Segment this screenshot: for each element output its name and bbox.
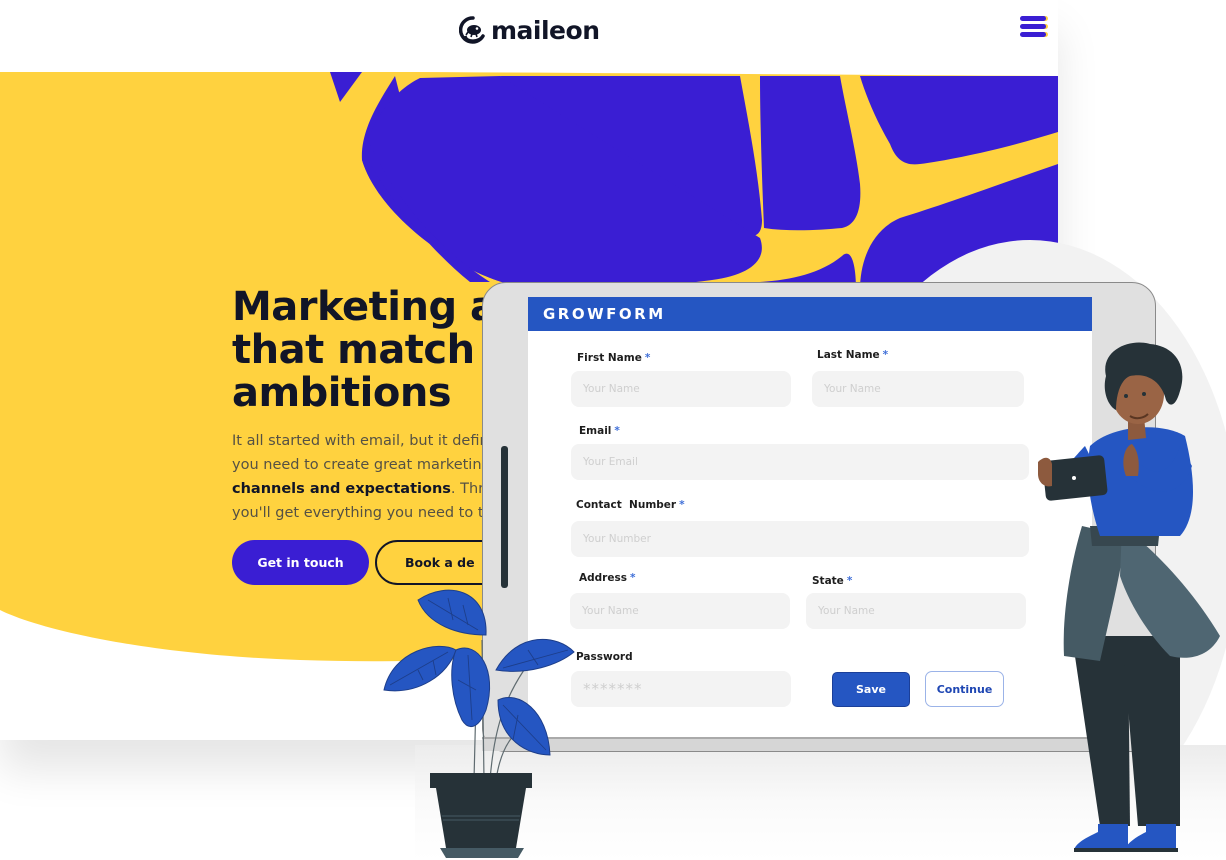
logo-wordmark: maileon — [491, 15, 600, 45]
menu-bar — [1020, 24, 1046, 29]
address-label: Address * — [579, 572, 635, 584]
hamburger-menu-icon[interactable] — [1020, 16, 1046, 40]
plant-pot-rim — [430, 773, 532, 788]
state-input[interactable]: Your Name — [806, 593, 1026, 629]
required-marker: * — [679, 499, 685, 511]
plant-leaf — [383, 645, 457, 692]
menu-bar — [1020, 16, 1046, 21]
label-text: Contact Number — [576, 499, 677, 511]
required-marker: * — [629, 572, 636, 584]
person-illustration — [1038, 342, 1220, 852]
state-label: State * — [812, 575, 852, 587]
plant-pot-saucer — [440, 848, 524, 858]
email-input[interactable]: Your Email — [571, 444, 1029, 480]
lead-line-1: It all started with email, but it defini… — [232, 433, 499, 449]
tablet-side-button — [501, 446, 508, 588]
person-shoe-left — [1074, 824, 1128, 850]
required-marker: * — [644, 352, 651, 364]
hero-headline: Marketing a that match ambitions — [232, 284, 497, 416]
growform-screen: GROWFORM First Name * Your Name Last Name… — [528, 297, 1092, 737]
required-marker: * — [846, 575, 853, 587]
email-label: Email * — [579, 425, 620, 437]
form-title: GROWFORM — [543, 305, 666, 323]
plant-illustration — [383, 589, 575, 858]
person-left-leg — [1072, 636, 1130, 826]
required-marker: * — [882, 349, 889, 361]
first-name-input[interactable]: Your Name — [571, 371, 791, 407]
address-input[interactable]: Your Name — [570, 593, 790, 629]
get-in-touch-button[interactable]: Get in touch — [232, 540, 369, 585]
continue-button[interactable]: Continue — [925, 671, 1004, 707]
contact-number-input[interactable]: Your Number — [571, 521, 1029, 557]
last-name-input[interactable]: Your Name — [812, 371, 1024, 407]
plant-pot — [436, 788, 526, 848]
first-name-label: First Name * — [577, 352, 650, 364]
password-input[interactable]: ******* — [571, 671, 791, 707]
save-button[interactable]: Save — [832, 672, 910, 707]
last-name-label: Last Name * — [817, 349, 888, 361]
site-header: maileon — [0, 0, 1058, 72]
form-header: GROWFORM — [528, 297, 1092, 331]
person-shoe-right — [1124, 824, 1176, 850]
lead-line-4: you'll get everything you need to t — [232, 505, 484, 521]
chameleon-at-icon — [459, 16, 485, 44]
tablet-bottom-bezel — [482, 737, 1122, 751]
person-right-leg — [1122, 636, 1180, 826]
label-text: State — [812, 575, 844, 587]
lead-line-2: you need to create great marketing — [232, 457, 491, 473]
contact-number-label: Contact Number * — [576, 499, 685, 511]
menu-bar — [1020, 32, 1046, 37]
label-text: First Name — [577, 352, 642, 364]
label-text: Last Name — [817, 349, 880, 361]
password-label: Password — [576, 651, 633, 663]
maileon-logo[interactable]: maileon — [459, 14, 600, 46]
label-text: Email — [579, 425, 612, 437]
required-marker: * — [614, 425, 620, 437]
label-text: Password — [576, 651, 633, 663]
lead-bold: channels and expectations — [232, 481, 451, 497]
label-text: Address — [579, 572, 627, 584]
